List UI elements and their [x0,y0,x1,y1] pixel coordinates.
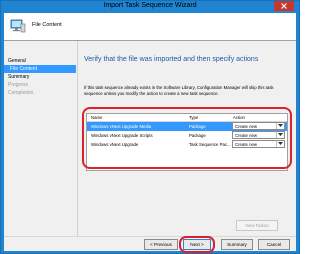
action-value: Create new [235,133,257,138]
wizard-body: File Content General File Content Summar… [4,13,296,253]
view-failure-button[interactable]: View Failure [236,220,278,231]
nav-item-label: File Content [10,66,37,72]
main-panel: Verify that the file was imported and th… [78,41,296,236]
table-row[interactable]: Windows vNext Upgrade Scripts Package Cr… [87,131,287,140]
row-name: Windows vNext Upgrade Media [91,124,152,129]
column-action[interactable]: Action [233,115,245,120]
chevron-down-icon[interactable] [276,132,284,138]
table-header: Name Type Action [87,114,287,122]
action-dropdown[interactable]: Create new [232,140,285,148]
page-title: File Content [32,22,62,28]
action-value: Create new [235,124,257,129]
column-name[interactable]: Name [91,115,102,120]
next-button[interactable]: Next > [183,239,211,250]
title-bar: Import Task Sequence Wizard [1,1,299,13]
nav-item-completion: Completion [8,90,34,96]
description-text: If this task sequence already exists in … [84,85,274,96]
row-type: Task Sequence Pac... [189,142,231,147]
nav-item-summary: Summary [8,74,30,80]
wizard-nav: General File Content Summary Progress Co… [4,41,77,236]
action-dropdown[interactable]: Create new [232,122,285,130]
previous-button[interactable]: < Previous [144,239,178,250]
chevron-down-icon[interactable] [276,123,284,129]
column-type[interactable]: Type [189,115,198,120]
computer-icon [10,19,26,33]
row-type: Package [189,124,206,129]
section-heading: Verify that the file was imported and th… [84,56,259,63]
close-icon [281,3,287,9]
close-button[interactable] [274,1,294,11]
wizard-window: Import Task Sequence Wizard File Content… [0,0,300,254]
row-name: Windows vNext Upgrade [91,142,139,147]
action-dropdown[interactable]: Create new [232,131,285,139]
nav-item-general: General [8,58,26,64]
page-header: File Content [4,13,296,41]
summary-button[interactable]: Summary [221,239,253,250]
row-type: Package [189,133,206,138]
action-value: Create new [235,142,257,147]
cancel-button[interactable]: Cancel [258,239,290,250]
task-sequence-table: Name Type Action Windows vNext Upgrade M… [86,113,288,171]
chevron-down-icon[interactable] [276,141,284,147]
nav-item-progress: Progress [8,82,29,88]
window-title: Import Task Sequence Wizard [103,2,197,9]
nav-item-file-content: File Content [4,65,76,73]
wizard-footer: < Previous Next > Summary Cancel [4,236,296,253]
row-name: Windows vNext Upgrade Scripts [91,133,153,138]
table-row[interactable]: Windows vNext Upgrade Task Sequence Pac.… [87,140,287,149]
table-row[interactable]: Windows vNext Upgrade Media Package Crea… [87,122,287,131]
